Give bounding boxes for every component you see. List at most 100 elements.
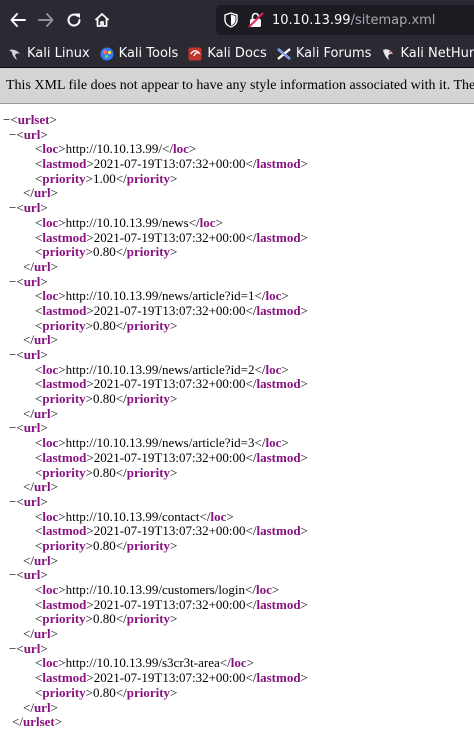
- kali-dragon-icon: [8, 47, 22, 61]
- priority-tag: priority: [42, 684, 86, 700]
- xml-document-tree: −<urlset> −<url> <loc>http://10.10.13.99/…: [0, 112, 474, 730]
- url-host: 10.10.13.99: [272, 12, 351, 28]
- url-open-line: −<url>: [9, 126, 48, 142]
- loc-tag: loc: [265, 435, 282, 451]
- priority-line: <priority>0.80</priority>: [35, 464, 178, 480]
- urlset-tag: urlset: [17, 112, 50, 127]
- priority-value: 1.00: [93, 170, 116, 186]
- loc-line: <loc>http://10.10.13.99/s3cr3t-area</loc…: [35, 655, 254, 671]
- url-text: 10.10.13.99/sitemap.xml: [272, 13, 435, 28]
- url-close-line: </url>: [23, 479, 58, 495]
- bookmark-kali-linux[interactable]: Kali Linux: [8, 46, 90, 61]
- url-list: −<url> <loc>http://10.10.13.99/</loc> <las…: [0, 126, 474, 716]
- address-bar[interactable]: 10.10.13.99/sitemap.xml: [216, 5, 474, 35]
- url-open-line: −<url>: [9, 420, 48, 436]
- lastmod-tag: lastmod: [256, 156, 301, 172]
- loc-tag: loc: [256, 582, 272, 597]
- kali-nethunter-icon: [381, 47, 395, 61]
- url-path: /sitemap.xml: [350, 12, 436, 28]
- forward-arrow-icon: [38, 13, 54, 27]
- loc-line: <loc>http://10.10.13.99/news/article?id=…: [35, 435, 289, 451]
- url-tag: url: [33, 552, 51, 568]
- loc-line: <loc>http://10.10.13.99/</loc>: [35, 141, 197, 157]
- priority-line: <priority>0.80</priority>: [35, 611, 178, 627]
- url-entry: −<url> <loc>http://10.10.13.99/contact</l…: [0, 493, 474, 568]
- priority-tag: priority: [42, 170, 86, 186]
- priority-tag: priority: [42, 611, 86, 627]
- lastmod-value: 2021-07-19T13:07:32+00:00: [93, 156, 246, 172]
- url-tag: url: [33, 185, 51, 201]
- priority-tag: priority: [42, 537, 86, 553]
- bookmark-kali-docs[interactable]: Kali Docs: [188, 46, 267, 61]
- bookmarks-toolbar: Kali Linux Kali Tools Kali Docs Kali For…: [0, 40, 474, 68]
- lastmod-tag: lastmod: [256, 670, 301, 686]
- loc-tag: loc: [42, 508, 59, 524]
- url-entry: −<url> <loc>http://10.10.13.99/news/artic…: [0, 273, 474, 348]
- lastmod-value: 2021-07-19T13:07:32+00:00: [93, 302, 246, 318]
- home-button[interactable]: [90, 8, 114, 32]
- loc-value: http://10.10.13.99/news/article?id=1: [65, 288, 255, 304]
- lastmod-tag: lastmod: [256, 229, 301, 245]
- url-open-line: −<url>: [9, 567, 48, 583]
- url-tag: url: [23, 567, 41, 583]
- lastmod-line: <lastmod>2021-07-19T13:07:32+00:00</last…: [35, 229, 308, 245]
- url-close-line: </url>: [23, 258, 58, 274]
- loc-value: http://10.10.13.99/s3cr3t-area: [65, 655, 220, 671]
- lastmod-tag: lastmod: [256, 376, 301, 392]
- url-entry: −<url> <loc>http://10.10.13.99/news</loc>…: [0, 200, 474, 274]
- url-tag: url: [23, 347, 41, 362]
- insecure-lock-icon[interactable]: [248, 12, 264, 28]
- bookmark-label: Kali Docs: [207, 46, 267, 61]
- url-close-line: </url>: [23, 552, 58, 568]
- url-tag: url: [33, 405, 51, 421]
- loc-tag: loc: [42, 214, 59, 230]
- bookmark-kali-nethunter[interactable]: Kali NetHunter: [381, 46, 474, 61]
- priority-tag: priority: [126, 170, 171, 186]
- urlset-close-line: </urlset>: [12, 714, 63, 730]
- url-tag: url: [33, 699, 51, 715]
- kali-forums-icon: [277, 47, 291, 61]
- loc-value: http://10.10.13.99/customers/login: [65, 582, 246, 597]
- bookmark-kali-tools[interactable]: Kali Tools: [100, 46, 178, 61]
- forward-button[interactable]: [34, 8, 58, 32]
- url-close-line: </url>: [23, 405, 58, 421]
- lastmod-tag: lastmod: [256, 302, 301, 318]
- loc-tag: loc: [265, 361, 282, 377]
- lastmod-value: 2021-07-19T13:07:32+00:00: [93, 229, 246, 245]
- url-close-line: </url>: [23, 699, 58, 715]
- lastmod-line: <lastmod>2021-07-19T13:07:32+00:00</last…: [35, 156, 308, 172]
- lastmod-tag: lastmod: [42, 229, 87, 245]
- url-tag: url: [23, 200, 41, 216]
- lastmod-tag: lastmod: [42, 376, 87, 392]
- url-open-line: −<url>: [9, 347, 48, 362]
- url-entry: −<url> <loc>http://10.10.13.99/news/artic…: [0, 347, 474, 421]
- priority-tag: priority: [126, 317, 171, 333]
- back-arrow-icon: [10, 13, 26, 27]
- loc-tag: loc: [172, 141, 189, 157]
- url-tag: url: [23, 273, 41, 289]
- reload-button[interactable]: [62, 8, 86, 32]
- lastmod-tag: lastmod: [256, 449, 301, 465]
- loc-tag: loc: [210, 508, 227, 524]
- priority-line: <priority>0.80</priority>: [35, 244, 178, 260]
- loc-tag: loc: [265, 288, 282, 304]
- lastmod-value: 2021-07-19T13:07:32+00:00: [93, 523, 246, 539]
- tracking-protection-shield-icon[interactable]: [224, 12, 238, 28]
- loc-tag: loc: [42, 361, 59, 377]
- url-tag: url: [23, 640, 41, 656]
- loc-tag: loc: [42, 435, 59, 451]
- lastmod-tag: lastmod: [256, 596, 301, 612]
- bookmark-kali-forums[interactable]: Kali Forums: [277, 46, 371, 61]
- priority-tag: priority: [126, 611, 171, 627]
- bookmark-label: Kali Linux: [27, 46, 90, 61]
- url-open-line: −<url>: [9, 493, 48, 509]
- loc-line: <loc>http://10.10.13.99/news</loc>: [35, 214, 223, 230]
- loc-line: <loc>http://10.10.13.99/news/article?id=…: [35, 288, 289, 304]
- url-entry: −<url> <loc>http://10.10.13.99/s3cr3t-are…: [0, 640, 474, 715]
- loc-tag: loc: [42, 288, 59, 304]
- priority-value: 0.80: [93, 611, 116, 627]
- lastmod-tag: lastmod: [42, 449, 87, 465]
- url-tag: url: [23, 493, 41, 509]
- url-close-line: </url>: [23, 332, 58, 348]
- back-button[interactable]: [6, 8, 30, 32]
